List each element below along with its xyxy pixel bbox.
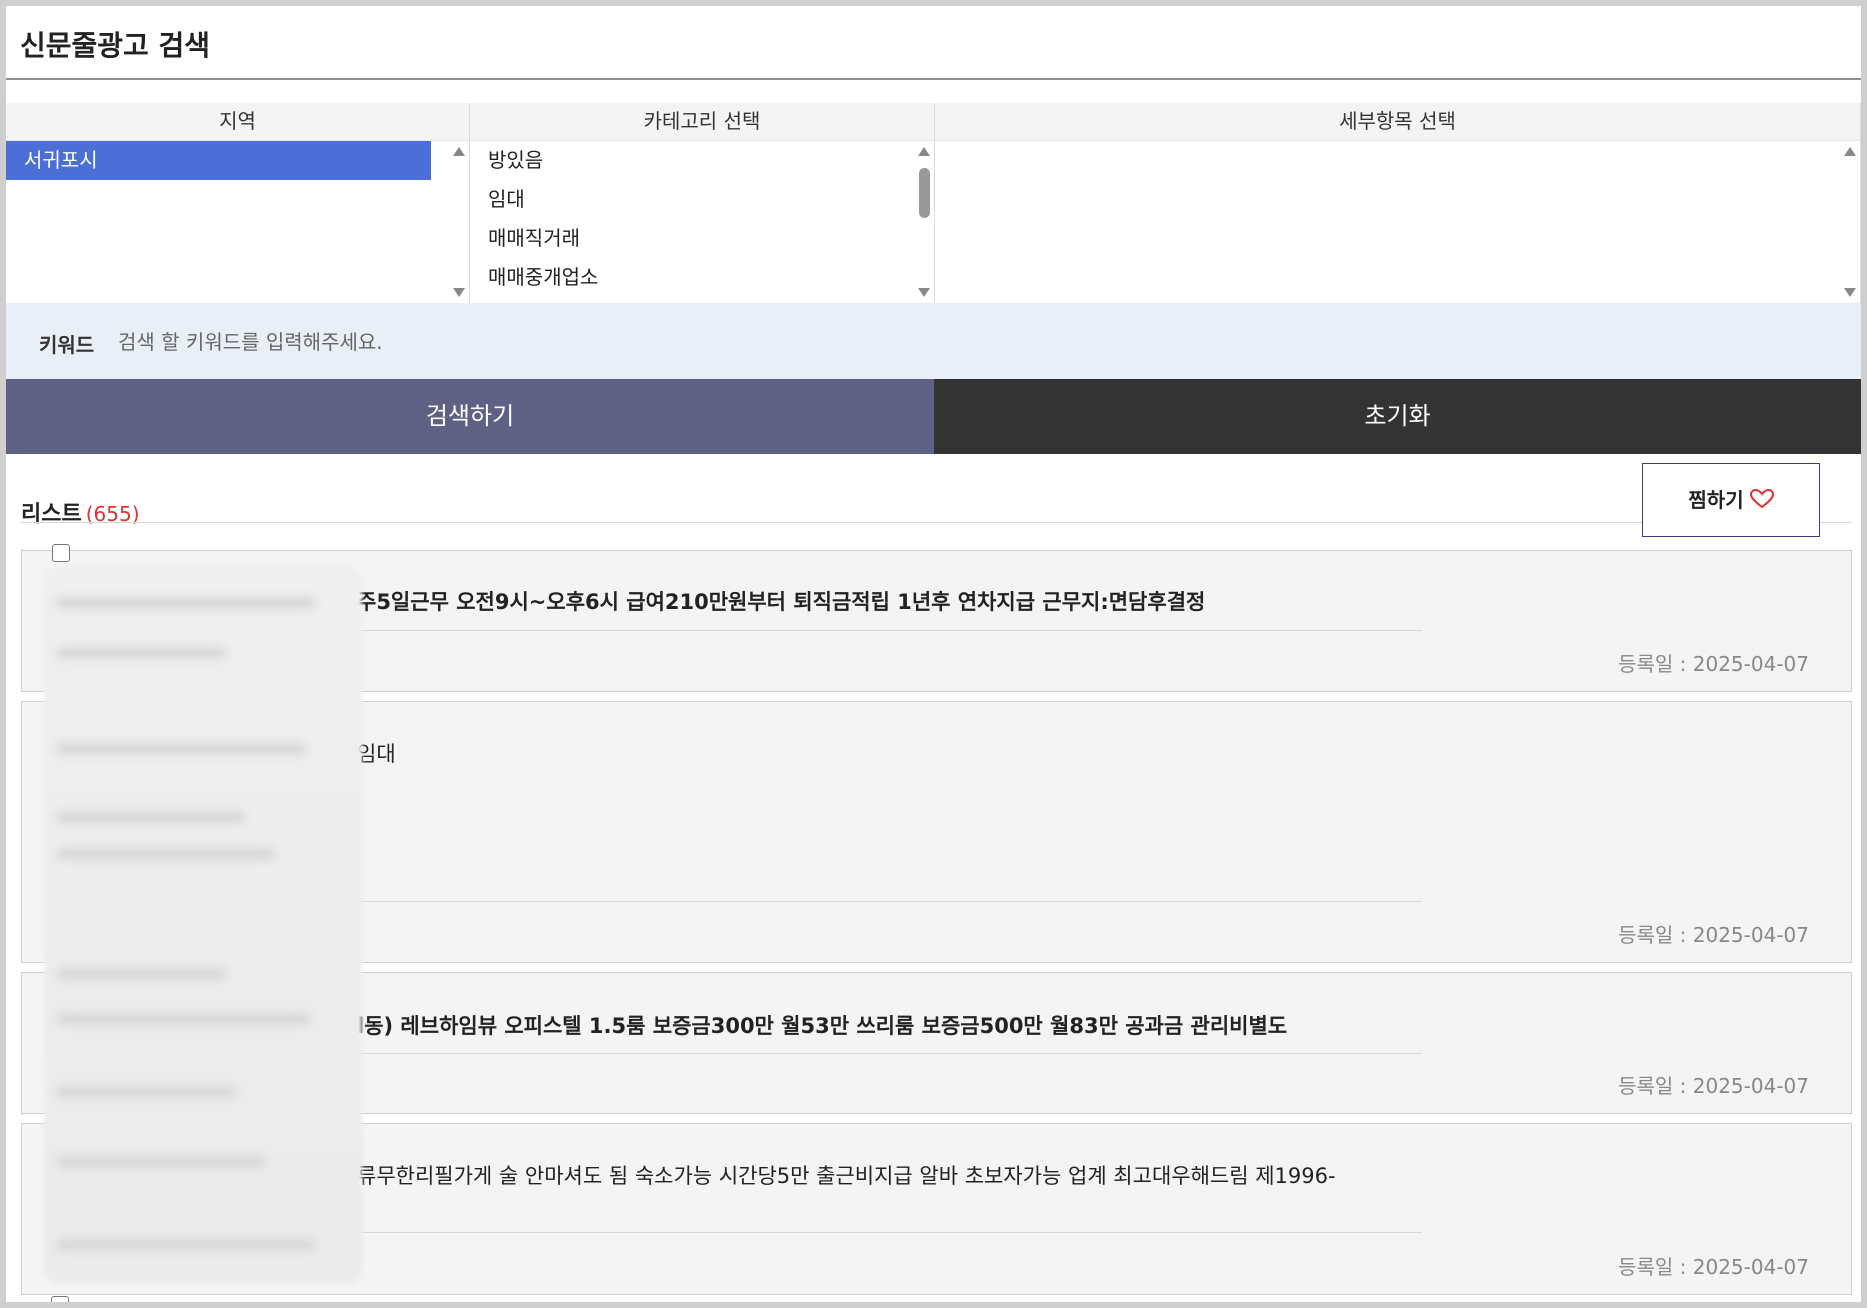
redacted-line <box>56 1086 236 1098</box>
arrow-up-icon[interactable] <box>918 147 930 156</box>
category-option-direct-sale[interactable]: 매매직거래 <box>470 219 934 258</box>
redacted-line <box>56 1239 316 1251</box>
redacted-line <box>56 811 246 823</box>
keyword-input[interactable] <box>116 319 1820 365</box>
item-checkbox[interactable] <box>51 1296 69 1302</box>
scroll-thumb[interactable] <box>919 168 930 218</box>
heart-icon <box>1749 466 1774 538</box>
region-option-seogwipo[interactable]: 서귀포시 <box>6 141 431 180</box>
redacted-line <box>56 1013 311 1025</box>
detail-list[interactable] <box>935 141 1860 303</box>
search-button[interactable]: 검색하기 <box>6 379 934 454</box>
reset-button[interactable]: 초기화 <box>934 379 1861 454</box>
redacted-line <box>56 647 226 659</box>
category-scrollbar[interactable] <box>914 141 934 303</box>
keyword-bar: 키워드 <box>6 303 1861 379</box>
redacted-column <box>44 566 362 1283</box>
title-divider <box>6 78 1861 80</box>
category-option-rent[interactable]: 임대 <box>470 180 934 219</box>
list-title-text: 리스트 <box>21 502 82 527</box>
page-title: 신문줄광고 검색 <box>20 29 211 62</box>
category-header: 카테고리 선택 <box>470 103 934 141</box>
category-panel: 카테고리 선택 방있음 임대 매매직거래 매매중개업소 <box>470 103 935 303</box>
category-option-room[interactable]: 방있음 <box>470 141 934 180</box>
redacted-line <box>56 743 306 755</box>
redacted-line <box>56 848 276 860</box>
keyword-label: 키워드 <box>39 333 95 357</box>
item-date: 등록일 : 2025-04-07 <box>1618 1255 1809 1279</box>
arrow-down-icon[interactable] <box>1844 288 1856 297</box>
item-title[interactable]: 류무한리필가게 술 안마셔도 됨 숙소가능 시간당5만 출근비지급 알바 초보자… <box>357 1160 1336 1190</box>
favorite-button-label: 찜하기 <box>1688 488 1744 512</box>
redacted-line <box>56 597 316 609</box>
item-title[interactable]: l동) 레브하임뷰 오피스텔 1.5룸 보증금300만 월53만 쓰리룸 보증금… <box>357 1010 1287 1040</box>
detail-panel: 세부항목 선택 <box>935 103 1861 303</box>
item-date: 등록일 : 2025-04-07 <box>1618 923 1809 947</box>
favorite-button[interactable]: 찜하기 <box>1642 463 1820 537</box>
list-divider <box>21 522 1851 523</box>
detail-header: 세부항목 선택 <box>935 103 1860 141</box>
item-date: 등록일 : 2025-04-07 <box>1618 1074 1809 1098</box>
category-option-agency-sale[interactable]: 매매중개업소 <box>470 258 934 297</box>
category-list[interactable]: 방있음 임대 매매직거래 매매중개업소 <box>470 141 934 303</box>
item-date: 등록일 : 2025-04-07 <box>1618 652 1809 676</box>
app-frame: 신문줄광고 검색 지역 서귀포시 카테고리 선택 방있음 임대 매매직거래 매매… <box>0 0 1867 1308</box>
item-title[interactable]: 임대 <box>357 738 396 768</box>
redacted-line <box>56 1156 266 1168</box>
list-title: 리스트 (655) <box>21 496 140 528</box>
region-panel: 지역 서귀포시 <box>6 103 470 303</box>
item-checkbox[interactable] <box>52 544 70 562</box>
arrow-up-icon[interactable] <box>1844 147 1856 156</box>
detail-scrollbar[interactable] <box>1840 141 1860 303</box>
region-header: 지역 <box>6 103 469 141</box>
arrow-down-icon[interactable] <box>453 288 465 297</box>
arrow-up-icon[interactable] <box>453 147 465 156</box>
item-title[interactable]: 주5일근무 오전9시~오후6시 급여210만원부터 퇴직금적립 1년후 연차지급… <box>357 586 1205 616</box>
arrow-down-icon[interactable] <box>918 288 930 297</box>
region-scrollbar[interactable] <box>449 141 469 303</box>
region-list[interactable]: 서귀포시 <box>6 141 469 303</box>
redacted-line <box>56 968 226 980</box>
